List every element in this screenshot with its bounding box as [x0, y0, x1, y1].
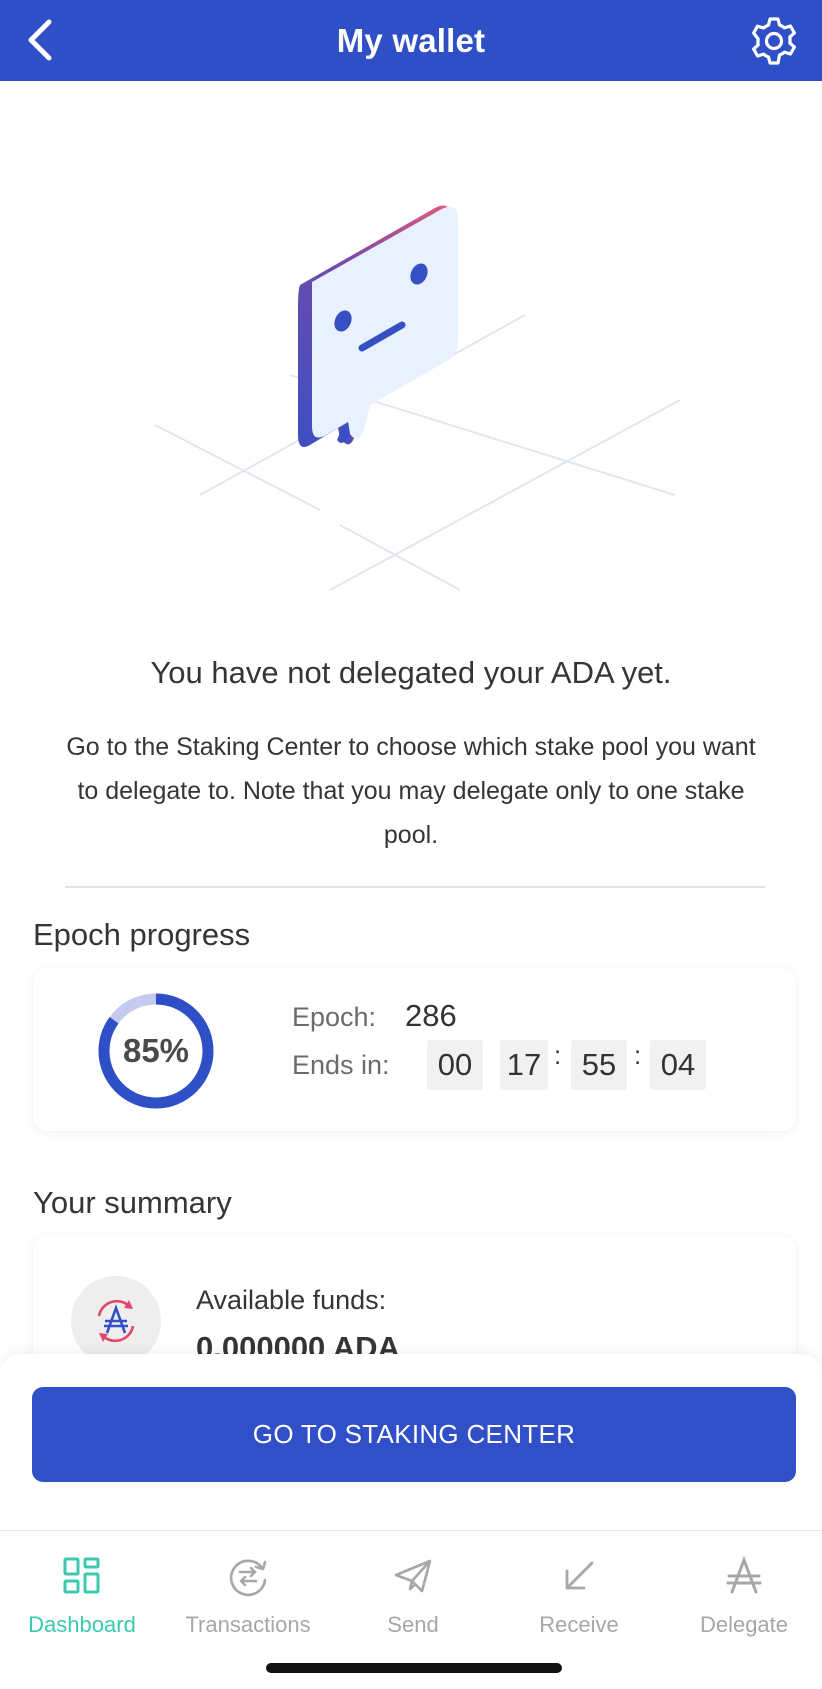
- epoch-progress-percent: 85%: [122, 1032, 190, 1069]
- ends-in-label: Ends in:: [292, 1050, 390, 1080]
- home-indicator: [266, 1663, 562, 1673]
- page-title: My wallet: [336, 21, 486, 59]
- receive-icon: [565, 1561, 594, 1590]
- countdown-seconds: 04: [650, 1040, 706, 1090]
- settings-button[interactable]: [744, 11, 804, 71]
- epoch-label: Epoch:: [292, 1002, 377, 1032]
- empty-state-description: Go to the Staking Center to choose which…: [66, 733, 756, 849]
- tab-label: Dashboard: [28, 1612, 136, 1637]
- transactions-icon: [229, 1559, 267, 1597]
- tab-send[interactable]: Send: [331, 1531, 495, 1651]
- tab-delegate[interactable]: Delegate: [662, 1531, 822, 1651]
- send-icon: [394, 1559, 432, 1593]
- empty-state-illustration: [154, 205, 680, 591]
- countdown-days: 00: [427, 1040, 483, 1090]
- countdown-separator: :: [554, 1040, 562, 1070]
- divider: [65, 886, 765, 888]
- tab-label: Send: [387, 1612, 439, 1637]
- chevron-left-icon: [28, 19, 52, 61]
- countdown-hours: 17: [500, 1040, 548, 1090]
- delegate-icon: [726, 1556, 762, 1594]
- countdown-separator: :: [634, 1040, 642, 1070]
- available-funds-label: Available funds:: [196, 1285, 387, 1315]
- ada-icon: [71, 1276, 161, 1366]
- dashboard-icon: [63, 1557, 100, 1594]
- tab-transactions[interactable]: Transactions: [166, 1531, 330, 1651]
- epoch-progress-heading: Epoch progress: [33, 917, 251, 952]
- go-to-staking-center-button[interactable]: GO TO STAKING CENTER: [32, 1387, 796, 1482]
- cta-panel: GO TO STAKING CENTER: [0, 1354, 822, 1530]
- epoch-progress-card: 85% Epoch: 286 Ends in: 00 17 : 55 : 04: [33, 968, 796, 1131]
- gear-icon: [752, 17, 796, 65]
- app-header: My wallet: [0, 0, 822, 81]
- tab-label: Transactions: [185, 1612, 311, 1637]
- tab-receive[interactable]: Receive: [497, 1531, 661, 1651]
- tab-label: Receive: [539, 1612, 619, 1637]
- countdown-minutes: 55: [571, 1040, 627, 1090]
- epoch-number: 286: [405, 998, 457, 1033]
- empty-state-title: You have not delegated your ADA yet.: [150, 655, 672, 690]
- tab-label: Delegate: [699, 1612, 789, 1637]
- summary-heading: Your summary: [33, 1185, 232, 1220]
- tab-dashboard[interactable]: Dashboard: [0, 1531, 164, 1651]
- back-button[interactable]: [10, 10, 70, 70]
